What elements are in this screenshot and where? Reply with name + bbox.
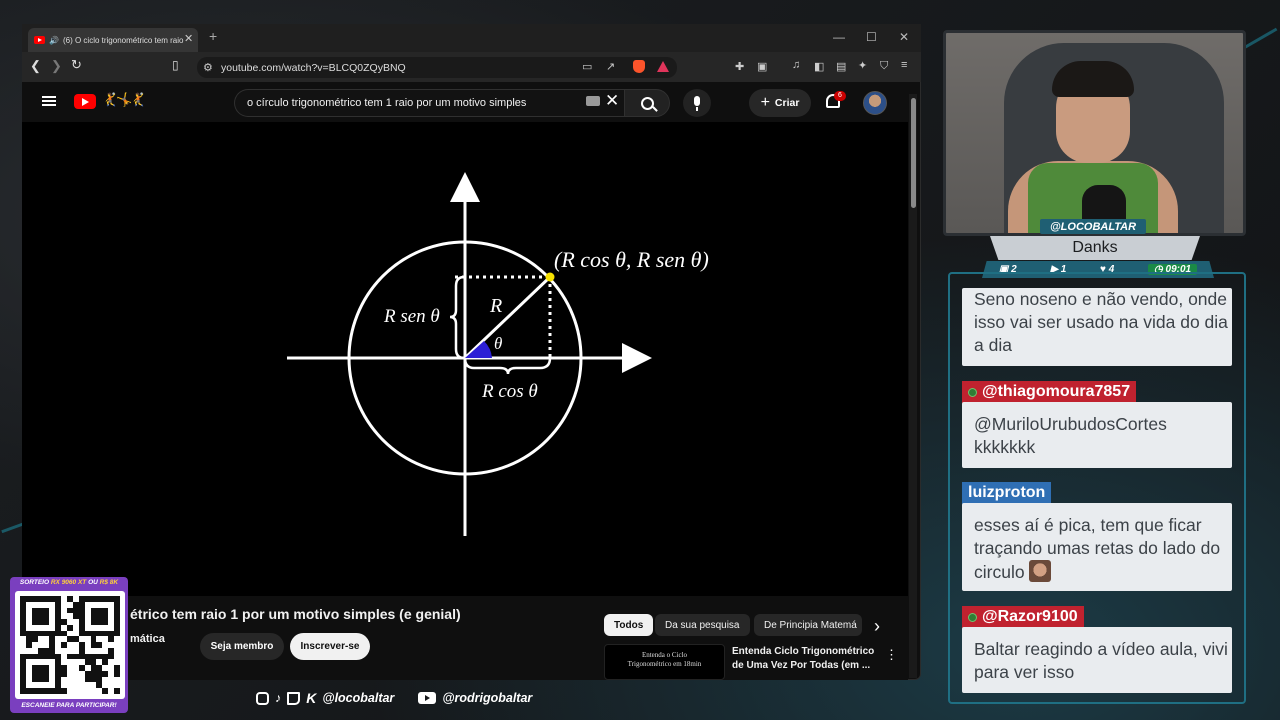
sidebar-icon[interactable]: ◧: [814, 60, 824, 73]
more-options-icon[interactable]: ⋮: [885, 647, 898, 663]
account-avatar[interactable]: [863, 91, 887, 115]
point-marker: [545, 272, 555, 282]
chevron-right-icon[interactable]: ›: [874, 616, 880, 637]
screenshot-icon[interactable]: ▣: [757, 60, 767, 73]
leo-ai-icon[interactable]: ✦: [858, 59, 867, 72]
face-emote-icon: [1029, 560, 1052, 582]
clear-search-icon[interactable]: ✕: [605, 91, 619, 111]
kick-icon: K: [306, 690, 317, 706]
qr-module: [114, 688, 120, 694]
cos-label: R cos θ: [481, 381, 538, 402]
search-query-text: o círculo trigonométrico tem 1 raio por …: [247, 97, 527, 109]
channel-name[interactable]: mática: [130, 633, 165, 645]
trig-circle-diagram: (R cos θ, R sen θ) R θ R sen θ R cos θ: [287, 172, 709, 536]
webcam-feed: [943, 30, 1246, 236]
social-handle: @locobaltar: [322, 691, 395, 705]
hamburger-menu-icon[interactable]: [42, 96, 56, 106]
maximize-button[interactable]: ☐: [866, 30, 877, 44]
cos-brace: [463, 357, 552, 375]
streamer-hair: [1052, 61, 1134, 97]
close-window-button[interactable]: ✕: [899, 30, 909, 44]
sin-label: R sen θ: [383, 306, 440, 327]
chip-from-channel[interactable]: De Principia Matemá: [754, 614, 862, 636]
tiktok-icon: ♪: [275, 691, 282, 705]
youtube-icon: [418, 692, 437, 704]
site-settings-icon[interactable]: ⚙: [203, 61, 213, 74]
game-title: Danks: [990, 236, 1200, 260]
brave-rewards-icon[interactable]: [657, 61, 669, 72]
subscribe-button[interactable]: Inscrever-se: [290, 633, 370, 660]
youtube-favicon-icon: [34, 36, 45, 44]
brave-shield-icon[interactable]: [633, 60, 645, 73]
chat-message-text: Seno noseno e não vendo, onde isso vai s…: [974, 289, 1228, 355]
user-badge-icon: [968, 387, 977, 397]
chat-message-text: esses aí é pica, tem que ficar traçando …: [974, 515, 1221, 582]
chat-username: luizproton: [962, 482, 1052, 504]
chat-message: esses aí é pica, tem que ficar traçando …: [962, 503, 1232, 591]
video-title: étrico tem raio 1 por um motivo simples …: [130, 606, 461, 622]
scan-prompt: ESCANEIE PARA PARTICIPAR!: [21, 702, 117, 709]
thumb-text-line1: Entenda o Ciclo: [641, 651, 688, 659]
voice-search-icon[interactable]: [683, 89, 711, 117]
minimize-button[interactable]: —: [833, 30, 845, 44]
browser-tab[interactable]: 🔊 (6) O ciclo trigonométrico tem raio: [28, 28, 198, 52]
wallet-icon[interactable]: ▤: [836, 60, 846, 73]
speaker-icon: 🔊: [49, 35, 59, 45]
url-text: youtube.com/watch?v=BLCQ0ZQyBNQ: [221, 61, 406, 74]
radius-label: R: [489, 295, 502, 317]
menu-icon[interactable]: ≡: [901, 59, 907, 71]
recommended-thumbnail[interactable]: Entenda o Ciclo Trigonométrico em 18min: [604, 644, 725, 680]
extensions-icon[interactable]: ✚: [735, 60, 744, 73]
notification-count-badge: 6: [834, 91, 846, 101]
forward-icon[interactable]: ❯: [51, 58, 62, 74]
bookmark-icon[interactable]: ▯: [172, 58, 179, 72]
video-player[interactable]: (R cos θ, R sen θ) R θ R sen θ R cos θ: [22, 122, 908, 596]
streamer-handle: @LOCOBALTAR: [1040, 219, 1146, 234]
twitch-icon: [287, 691, 301, 705]
create-label: Criar: [774, 97, 800, 109]
join-button[interactable]: Seja membro: [200, 633, 284, 660]
social-handle: @rodrigobaltar: [442, 691, 533, 705]
qr-code: [15, 591, 125, 699]
chat-message: @MuriloUrubudosCortes kkkkkkk: [962, 402, 1232, 468]
doodle-figures-icon[interactable]: 🤾🤸🤾: [102, 92, 147, 108]
social-links-bar: ♪ K @locobaltar @rodrigobaltar: [256, 689, 532, 707]
sin-brace: [449, 275, 465, 360]
raffle-text: SORTEIO RX 9060 XT OU R$ 8K: [19, 579, 119, 586]
chat-username: @thiagomoura7857: [962, 381, 1137, 403]
angle-label: θ: [494, 334, 502, 353]
url-field[interactable]: youtube.com/watch?v=BLCQ0ZQyBNQ: [197, 57, 677, 78]
chat-message: Baltar reagindo a vídeo aula, vivi para …: [962, 627, 1232, 693]
radius-line: [463, 275, 552, 360]
qr-code-grid: [20, 596, 120, 694]
vpn-icon[interactable]: ⛉: [880, 60, 888, 73]
chat-username: @Razor9100: [962, 606, 1084, 628]
reload-icon[interactable]: ↻: [71, 57, 82, 73]
new-tab-button[interactable]: +: [209, 28, 217, 44]
youtube-logo-icon[interactable]: [74, 94, 96, 109]
back-icon[interactable]: ❮: [30, 58, 41, 74]
chat-message-text: Baltar reagindo a vídeo aula, vivi para …: [974, 639, 1228, 682]
cast-icon[interactable]: ▭: [582, 60, 592, 73]
plus-icon: +: [760, 94, 770, 111]
user-badge-icon: [968, 612, 977, 622]
keyboard-icon[interactable]: [586, 96, 600, 106]
recommended-title[interactable]: Entenda Ciclo Trigonométrico de Uma Vez …: [732, 645, 877, 673]
point-label: (R cos θ, R sen θ): [554, 247, 709, 272]
instagram-icon: [256, 691, 269, 705]
chip-all[interactable]: Todos: [604, 614, 654, 636]
share-icon[interactable]: ↗: [606, 60, 615, 73]
chat-message-text: @MuriloUrubudosCortes kkkkkkk: [974, 414, 1167, 457]
scrollbar-thumb[interactable]: [911, 98, 916, 208]
chip-from-search[interactable]: Da sua pesquisa: [655, 614, 750, 636]
thumb-text-line2: Trigonométrico em 18min: [627, 660, 702, 668]
search-input[interactable]: o círculo trigonométrico tem 1 raio por …: [234, 89, 624, 117]
chat-message: Seno noseno e não vendo, onde isso vai s…: [962, 288, 1232, 366]
tab-title: (6) O ciclo trigonométrico tem raio: [62, 35, 184, 45]
music-icon[interactable]: ♫: [792, 59, 800, 71]
search-button[interactable]: [624, 89, 670, 117]
tab-close-icon[interactable]: ✕: [184, 32, 193, 45]
create-button[interactable]: + Criar: [749, 89, 811, 117]
